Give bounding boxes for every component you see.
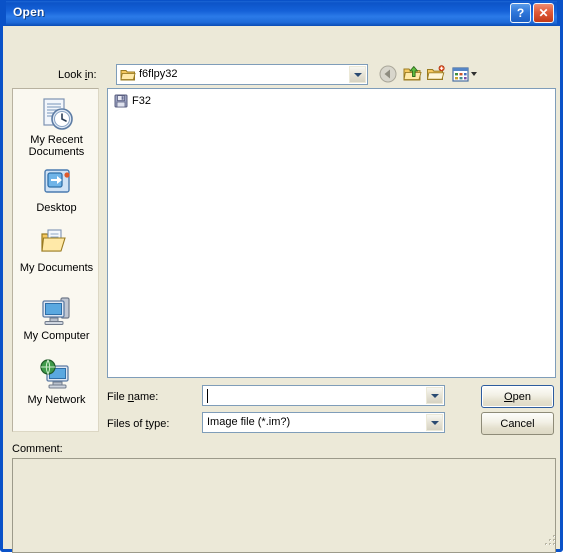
file-list[interactable]: F32 [107,88,556,378]
look-in-label: Look in: [58,69,97,81]
close-icon: ✕ [538,5,549,20]
cancel-button-label: Cancel [500,417,535,430]
sidebar-item-label: My Computer [23,330,90,342]
desktop-icon [13,165,100,201]
look-in-dropdown-arrow[interactable] [349,66,366,83]
title-bar-buttons: ? ✕ [510,3,554,23]
views-menu-icon [451,66,469,82]
sidebar-item-desktop[interactable]: Desktop [13,165,100,214]
back-arrow-icon [379,65,397,83]
sidebar-item-my-network[interactable]: My Network [13,357,100,406]
file-name-label-pre: File [107,391,128,403]
look-in-label-pre: Look [58,69,85,81]
open-button-label: Open [504,391,531,403]
cancel-button[interactable]: Cancel [481,412,554,435]
sidebar-item-my-recent-documents[interactable]: My Recent Documents [13,97,100,158]
files-of-type-label: Files of type: [107,418,169,430]
close-button[interactable]: ✕ [533,3,554,23]
window-title: Open [13,5,45,19]
look-in-label-post: n: [87,69,97,81]
folder-icon [120,70,136,81]
help-button[interactable]: ? [510,3,531,23]
resize-grip[interactable] [543,533,557,547]
my-computer-icon [13,293,100,329]
create-new-folder-button[interactable] [425,63,447,85]
views-dropdown-caret[interactable] [470,72,477,76]
comment-box[interactable] [12,458,556,553]
up-one-level-icon [403,66,422,81]
files-of-type-dropdown-arrow[interactable] [426,414,443,431]
files-of-type-combobox[interactable]: Image file (*.im?) [202,412,445,433]
views-button[interactable] [449,63,479,85]
navigation-toolbar [377,63,479,85]
back-button[interactable] [377,63,399,85]
open-button-rest: pen [512,390,531,403]
comment-label: Comment: [12,443,63,455]
files-of-type-value: Image file (*.im?) [207,416,291,428]
my-documents-icon [13,225,100,261]
text-cursor [207,389,208,403]
look-in-value: f6flpy32 [139,68,178,80]
my-network-icon [13,357,100,393]
create-new-folder-icon [426,65,445,80]
list-item[interactable]: F32 [114,94,151,108]
file-name-label: File name: [107,391,158,403]
open-file-dialog: Open ? ✕ Look in: f6flpy32 My Recent Doc… [0,0,563,553]
title-bar[interactable]: Open ? ✕ [3,0,560,26]
sidebar-item-label: My Network [27,394,86,406]
sidebar-item-label: Desktop [36,202,77,214]
sidebar-item-my-documents[interactable]: My Documents [13,225,100,274]
look-in-combobox[interactable]: f6flpy32 [116,64,368,85]
sidebar-item-my-computer[interactable]: My Computer [13,293,100,342]
places-bar: My Recent Documents Desktop My Documents… [12,88,99,432]
file-name-label-post: ame: [133,391,159,403]
help-icon: ? [516,5,525,20]
recent-documents-icon [13,97,100,133]
file-name-combobox[interactable] [202,385,445,406]
open-button[interactable]: Open [481,385,554,408]
files-of-type-label-pre: Files of [107,418,146,430]
file-name-dropdown-arrow[interactable] [426,387,443,404]
file-icon [114,94,128,108]
list-item-label: F32 [132,95,151,107]
open-button-accel: O [504,390,513,403]
sidebar-item-label: My Documents [19,262,94,274]
sidebar-item-label: My Recent Documents [28,134,85,158]
files-of-type-label-post: ype: [148,418,170,430]
dialog-body: Look in: f6flpy32 My Recent Documents De… [3,26,560,553]
up-one-level-button[interactable] [401,63,423,85]
